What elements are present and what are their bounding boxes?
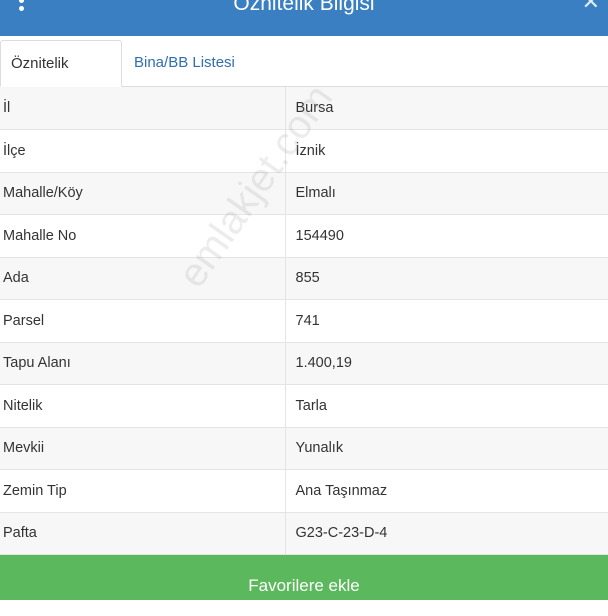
attribute-key: Mevkii xyxy=(0,427,285,470)
attribute-key: Tapu Alanı xyxy=(0,342,285,385)
attribute-value: Bursa xyxy=(284,87,608,130)
attribute-key: İlçe xyxy=(0,129,285,173)
tab-bar: Öznitelik Bilgisi Bina/BB Listesi xyxy=(0,36,608,117)
table-row: Mahalle/Köy Elmalı xyxy=(0,172,608,215)
table-row: İlçe İznik xyxy=(0,129,608,173)
table-row: Tapu Alanı 1.400,19 xyxy=(0,342,608,385)
attribute-value: 1.400,19 xyxy=(284,342,608,385)
attribute-value: 154490 xyxy=(284,214,608,258)
attribute-key: İl xyxy=(0,87,285,130)
attribute-key: Pafta xyxy=(0,512,285,555)
attribute-key: Nitelik xyxy=(0,384,285,428)
modal-header: Öznitelik Bilgisi ✕ xyxy=(0,0,608,36)
attribute-table: İl Bursa İlçe İznik Mahalle/Köy Elmalı Mahalle… xyxy=(0,87,608,555)
attribute-value: 741 xyxy=(284,299,608,343)
attribute-value: Yunalık xyxy=(284,427,608,470)
attribute-value: Elmalı xyxy=(284,172,608,215)
table-row: Parsel 741 xyxy=(0,299,608,343)
table-row: Zemin Tip Ana Taşınmaz xyxy=(0,469,608,513)
attribute-key: Mahalle No xyxy=(0,214,285,258)
table-row: Mahalle No 154490 xyxy=(0,214,608,258)
table-row: Nitelik Tarla xyxy=(0,384,608,428)
attribute-value: G23-C-23-D-4 xyxy=(284,512,608,555)
table-row: Ada 855 xyxy=(0,257,608,300)
attribute-value: Tarla xyxy=(284,384,608,428)
table-row: Pafta G23-C-23-D-4 xyxy=(0,512,608,555)
tab-building-list[interactable]: Bina/BB Listesi xyxy=(124,40,245,87)
attribute-value: Ana Taşınmaz xyxy=(284,469,608,513)
attribute-key: Zemin Tip xyxy=(0,469,285,513)
close-icon[interactable]: ✕ xyxy=(582,0,600,14)
table-row: Mevkii Yunalık xyxy=(0,427,608,470)
attribute-value: 855 xyxy=(284,257,608,300)
tab-attribute-info[interactable]: Öznitelik Bilgisi xyxy=(0,40,122,117)
attribute-key: Parsel xyxy=(0,299,285,343)
modal-title: Öznitelik Bilgisi xyxy=(233,0,375,15)
attribute-key: Ada xyxy=(0,257,285,300)
attribute-key: Mahalle/Köy xyxy=(0,172,285,215)
add-to-favorites-button[interactable]: Favorilere ekle xyxy=(0,555,608,600)
attribute-value: İznik xyxy=(284,129,608,173)
table-row: İl Bursa xyxy=(0,87,608,130)
